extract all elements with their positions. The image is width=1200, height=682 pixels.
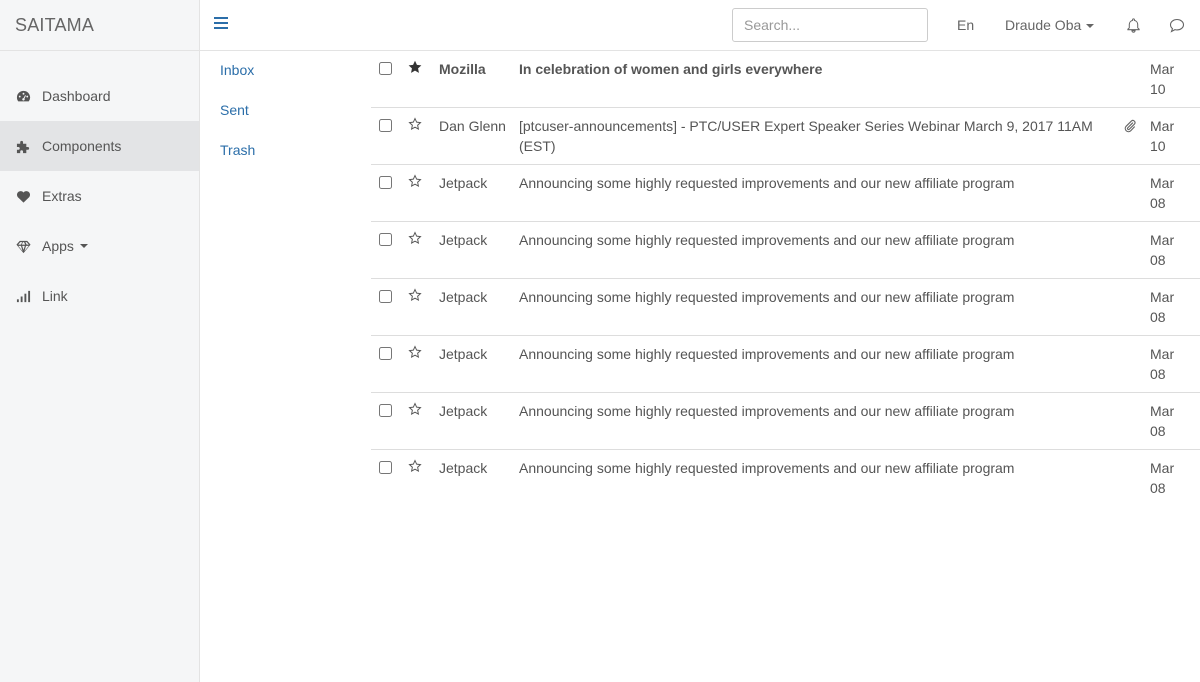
star-icon[interactable] xyxy=(401,458,439,499)
star-icon[interactable] xyxy=(401,287,439,327)
email-checkbox[interactable] xyxy=(379,347,392,360)
email-checkbox[interactable] xyxy=(379,176,392,189)
sidebar-item-apps[interactable]: Apps xyxy=(0,221,199,271)
email-row[interactable]: Jetpack Announcing some highly requested … xyxy=(371,393,1200,450)
email-date: Mar 10 xyxy=(1150,61,1175,97)
attachment-placeholder xyxy=(1119,173,1149,213)
heart-icon xyxy=(15,188,31,204)
sidebar-item-label: Dashboard xyxy=(42,88,111,104)
email-select-cell xyxy=(371,230,401,270)
chat-icon[interactable] xyxy=(1169,18,1185,33)
star-icon[interactable] xyxy=(401,344,439,384)
email-checkbox[interactable] xyxy=(379,62,392,75)
folder-trash[interactable]: Trash xyxy=(220,140,255,180)
email-date: Mar 08 xyxy=(1150,460,1175,496)
email-date: Mar 08 xyxy=(1150,232,1175,268)
email-select-cell xyxy=(371,401,401,441)
email-row[interactable]: Jetpack Announcing some highly requested … xyxy=(371,165,1200,222)
folder-sent[interactable]: Sent xyxy=(220,100,255,140)
email-checkbox[interactable] xyxy=(379,404,392,417)
email-sender: Jetpack xyxy=(439,460,488,476)
email-list: Mozilla In celebration of women and girls… xyxy=(371,51,1200,507)
bell-icon[interactable] xyxy=(1126,17,1141,33)
sidebar-nav: Dashboard Components Extras Apps Link xyxy=(0,71,199,321)
search-input[interactable] xyxy=(732,8,928,42)
star-icon[interactable] xyxy=(401,116,439,156)
email-date: Mar 10 xyxy=(1150,118,1175,154)
sidebar-item-label: Apps xyxy=(42,238,74,254)
paperclip-icon xyxy=(1119,116,1149,156)
email-row[interactable]: Jetpack Announcing some highly requested … xyxy=(371,279,1200,336)
brand-logo[interactable]: SAITAMA xyxy=(0,0,199,51)
email-select-cell xyxy=(371,116,401,156)
email-row[interactable]: Jetpack Announcing some highly requested … xyxy=(371,222,1200,279)
email-row[interactable]: Mozilla In celebration of women and girls… xyxy=(371,51,1200,108)
star-icon[interactable] xyxy=(401,173,439,213)
email-sender: Dan Glenn xyxy=(439,118,506,134)
email-subject[interactable]: Announcing some highly requested improve… xyxy=(519,173,1119,213)
diamond-icon xyxy=(15,238,31,254)
email-row[interactable]: Jetpack Announcing some highly requested … xyxy=(371,450,1200,507)
email-subject[interactable]: Announcing some highly requested improve… xyxy=(519,458,1119,499)
email-subject[interactable]: Announcing some highly requested improve… xyxy=(519,230,1119,270)
sidebar: SAITAMA Dashboard Components Extras Apps xyxy=(0,0,200,682)
star-icon[interactable] xyxy=(401,401,439,441)
email-checkbox[interactable] xyxy=(379,233,392,246)
user-name: Draude Oba xyxy=(1005,17,1082,33)
sidebar-item-dashboard[interactable]: Dashboard xyxy=(0,71,199,121)
email-select-cell xyxy=(371,59,401,99)
user-menu[interactable]: Draude Oba xyxy=(1005,17,1095,33)
folder-inbox[interactable]: Inbox xyxy=(220,60,255,100)
email-subject[interactable]: [ptcuser-announcements] - PTC/USER Exper… xyxy=(519,116,1119,156)
email-row[interactable]: Dan Glenn [ptcuser-announcements] - PTC/U… xyxy=(371,108,1200,165)
email-checkbox[interactable] xyxy=(379,461,392,474)
email-sender: Mozilla xyxy=(439,61,486,77)
email-select-cell xyxy=(371,344,401,384)
sidebar-item-components[interactable]: Components xyxy=(0,121,199,171)
email-sender: Jetpack xyxy=(439,175,488,191)
email-subject[interactable]: In celebration of women and girls everyw… xyxy=(519,59,1119,99)
email-sender: Jetpack xyxy=(439,232,488,248)
attachment-placeholder xyxy=(1119,458,1149,499)
sidebar-item-label: Link xyxy=(42,288,68,304)
folder-list: Inbox Sent Trash xyxy=(220,60,255,180)
chevron-down-icon xyxy=(79,244,88,248)
puzzle-icon xyxy=(15,138,31,154)
email-select-cell xyxy=(371,458,401,499)
email-checkbox[interactable] xyxy=(379,119,392,132)
email-subject[interactable]: Announcing some highly requested improve… xyxy=(519,401,1119,441)
sidebar-item-label: Extras xyxy=(42,188,82,204)
email-date: Mar 08 xyxy=(1150,289,1175,325)
email-subject[interactable]: Announcing some highly requested improve… xyxy=(519,287,1119,327)
email-date: Mar 08 xyxy=(1150,403,1175,439)
star-icon[interactable] xyxy=(401,59,439,99)
attachment-placeholder xyxy=(1119,401,1149,441)
email-row[interactable]: Jetpack Announcing some highly requested … xyxy=(371,336,1200,393)
top-navbar: En Draude Oba xyxy=(200,0,1200,51)
hamburger-menu-icon[interactable] xyxy=(214,17,228,33)
attachment-placeholder xyxy=(1119,59,1149,99)
signal-icon xyxy=(15,288,31,304)
attachment-placeholder xyxy=(1119,287,1149,327)
email-sender: Jetpack xyxy=(439,289,488,305)
email-checkbox[interactable] xyxy=(379,290,392,303)
email-subject[interactable]: Announcing some highly requested improve… xyxy=(519,344,1119,384)
sidebar-item-link[interactable]: Link xyxy=(0,271,199,321)
sidebar-item-extras[interactable]: Extras xyxy=(0,171,199,221)
attachment-placeholder xyxy=(1119,230,1149,270)
sidebar-item-label: Components xyxy=(42,138,122,154)
dashboard-icon xyxy=(15,88,31,104)
email-select-cell xyxy=(371,173,401,213)
email-sender: Jetpack xyxy=(439,403,488,419)
chevron-down-icon xyxy=(1086,24,1095,29)
email-sender: Jetpack xyxy=(439,346,488,362)
language-selector[interactable]: En xyxy=(957,17,974,33)
email-date: Mar 08 xyxy=(1150,175,1175,211)
email-date: Mar 08 xyxy=(1150,346,1175,382)
star-icon[interactable] xyxy=(401,230,439,270)
attachment-placeholder xyxy=(1119,344,1149,384)
email-select-cell xyxy=(371,287,401,327)
